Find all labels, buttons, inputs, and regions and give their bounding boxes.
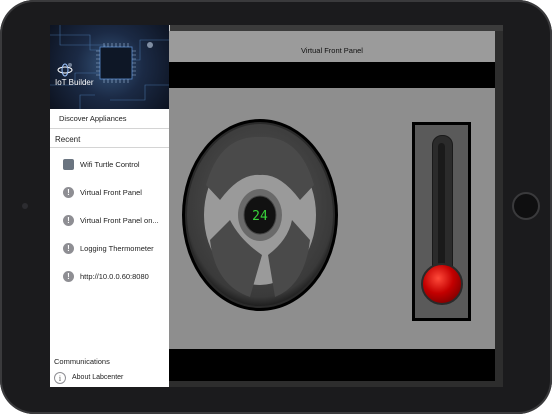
divider	[50, 147, 169, 148]
panel-right-border	[495, 31, 503, 381]
front-panel: 24	[169, 88, 495, 349]
hero-banner: IoT Builder	[50, 25, 169, 109]
screen: IoT Builder Discover Appliances Recent W…	[50, 25, 503, 387]
recent-item-virtual-front-panel-on[interactable]: ! Virtual Front Panel on...	[50, 208, 169, 234]
recent-item-label: Logging Thermometer	[80, 244, 154, 253]
communications-link[interactable]: Communications	[54, 357, 110, 366]
recent-item-logging-thermometer[interactable]: ! Logging Thermometer	[50, 236, 169, 262]
recent-item-wifi-turtle-control[interactable]: Wifi Turtle Control	[50, 152, 169, 178]
alert-icon: !	[63, 215, 74, 226]
turtle-icon	[63, 159, 74, 170]
thermometer-column	[438, 143, 445, 277]
recent-item-label: Wifi Turtle Control	[80, 160, 140, 169]
discover-appliances-link[interactable]: Discover Appliances	[59, 114, 127, 123]
recent-item-label: Virtual Front Panel	[80, 188, 142, 197]
about-labcenter-label: About Labcenter	[72, 374, 124, 381]
top-black-strip	[169, 62, 495, 88]
alert-icon: !	[63, 243, 74, 254]
rotary-knob[interactable]: 24	[180, 115, 340, 315]
recent-item-label: http://10.0.0.60:8080	[80, 272, 149, 281]
sidebar: IoT Builder Discover Appliances Recent W…	[50, 25, 170, 387]
recent-item-virtual-front-panel[interactable]: ! Virtual Front Panel	[50, 180, 169, 206]
recent-item-url[interactable]: ! http://10.0.0.60:8080	[50, 264, 169, 290]
divider	[50, 128, 169, 129]
info-icon: i	[54, 372, 66, 384]
panel-bottom-border	[169, 381, 503, 387]
knob-value: 24	[252, 209, 268, 224]
camera-icon	[22, 203, 28, 209]
panel-title: Virtual Front Panel	[301, 46, 363, 55]
alert-icon: !	[63, 187, 74, 198]
recent-heading: Recent	[55, 135, 81, 144]
home-button[interactable]	[512, 192, 540, 220]
alert-icon: !	[63, 271, 74, 282]
app-title: IoT Builder	[55, 78, 94, 87]
about-labcenter-item[interactable]: i About Labcenter	[50, 370, 169, 387]
bottom-black-strip	[169, 349, 495, 381]
iot-logo-icon	[57, 63, 73, 77]
panel-title-bar: Virtual Front Panel	[169, 31, 495, 62]
recent-item-label: Virtual Front Panel on...	[80, 216, 159, 225]
thermometer-bulb	[421, 263, 463, 305]
